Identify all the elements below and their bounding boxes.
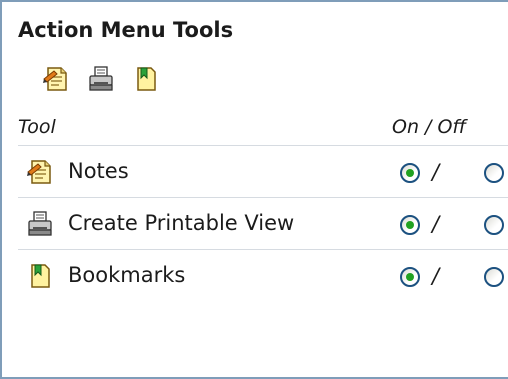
column-header-tool: Tool: [18, 116, 56, 138]
printer-icon[interactable]: [87, 65, 115, 93]
on-off-separator: /: [432, 264, 440, 288]
table-header: Tool On / Off: [18, 110, 508, 146]
tool-label: Create Printable View: [68, 211, 295, 235]
panel-title: Action Menu Tools: [18, 18, 234, 42]
off-radio[interactable]: [484, 215, 504, 235]
on-off-separator: /: [432, 212, 440, 236]
tool-row-bookmarks: Bookmarks /: [18, 250, 508, 302]
off-radio[interactable]: [484, 163, 504, 183]
tool-row-notes: Notes /: [18, 146, 508, 198]
on-radio[interactable]: [400, 215, 420, 235]
off-radio[interactable]: [484, 267, 504, 287]
on-radio[interactable]: [400, 163, 420, 183]
tool-label: Bookmarks: [68, 263, 186, 287]
notes-icon[interactable]: [42, 65, 70, 93]
bookmark-icon[interactable]: [132, 65, 160, 93]
action-menu-tools-panel: Action Menu Tools Tool On / Off Notes / …: [0, 0, 508, 379]
on-off-separator: /: [432, 160, 440, 184]
tool-label: Notes: [68, 159, 129, 183]
notes-icon: [26, 158, 54, 186]
tool-row-create-printable-view: Create Printable View /: [18, 198, 508, 250]
column-header-on-off: On / Off: [392, 116, 467, 138]
printer-icon: [26, 210, 54, 238]
tools-toolbar: [42, 62, 160, 96]
bookmark-icon: [26, 262, 54, 290]
on-radio[interactable]: [400, 267, 420, 287]
